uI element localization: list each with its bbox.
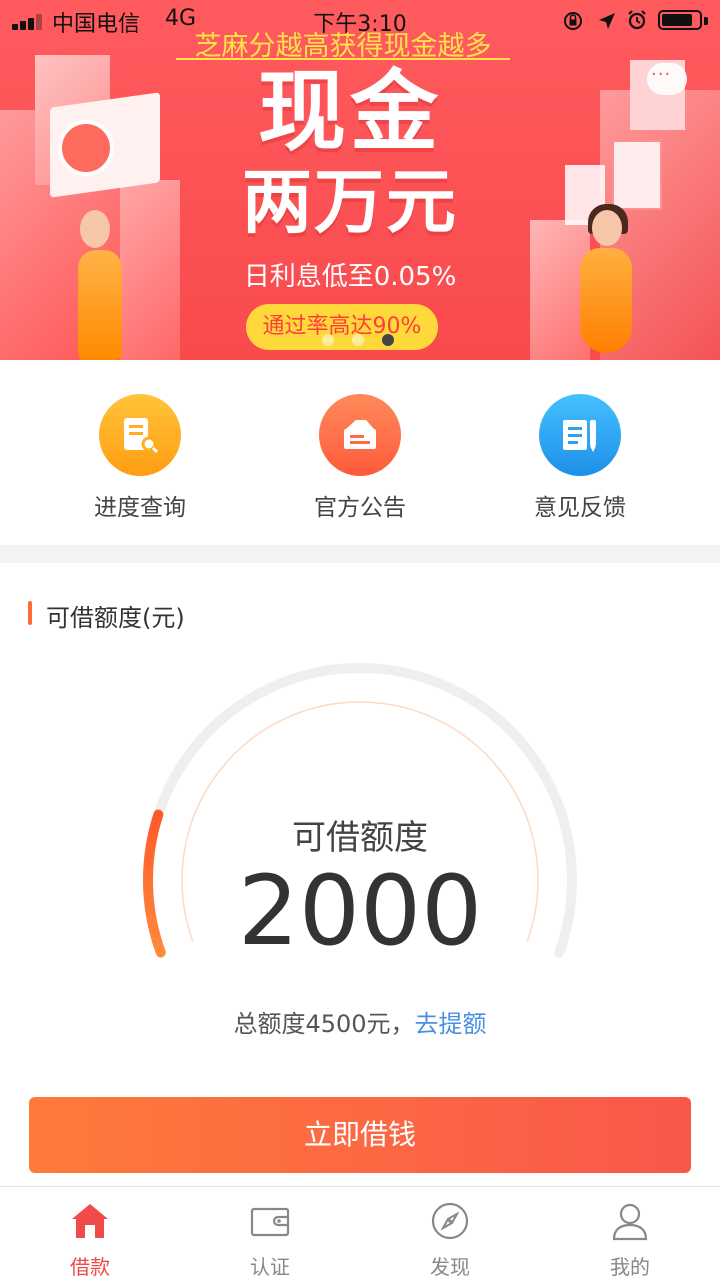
wallet-icon [250, 1207, 290, 1237]
bottom-tab-bar: 借款 认证 发现 我的 [0, 1186, 720, 1280]
carousel-indicator[interactable] [318, 332, 402, 346]
banner-sign-illustration [612, 140, 662, 210]
network-type: 4G [165, 6, 197, 31]
progress-query-button[interactable]: 进度查询 [50, 392, 230, 532]
status-bar: 中国电信 4G 下午3:10 [0, 0, 720, 40]
feedback-button[interactable]: 意见反馈 [490, 392, 670, 532]
borrow-now-button[interactable]: 立即借钱 [29, 1097, 691, 1173]
man-illustration [78, 250, 122, 360]
raise-limit-link[interactable]: 去提额 [415, 1010, 487, 1038]
banner-building-illustration [120, 180, 180, 360]
carousel-dot[interactable] [322, 334, 334, 346]
document-search-icon [99, 394, 181, 476]
quick-actions: 进度查询 官方公告 意见反馈 [0, 360, 720, 545]
status-time: 下午3:10 [313, 12, 407, 37]
feedback-note-icon [539, 394, 621, 476]
progress-query-label: 进度查询 [94, 495, 186, 521]
tab-discover-label: 发现 [430, 1255, 470, 1279]
promo-banner[interactable]: ··· 芝麻分越高获得现金越多 现金 两万元 日利息低至0.05% 通过率高达9… [0, 0, 720, 360]
gauge-progress-arc [143, 809, 166, 958]
tab-loan-label: 借款 [70, 1255, 110, 1279]
tab-mine-label: 我的 [610, 1255, 650, 1279]
tab-verify-label: 认证 [250, 1255, 290, 1279]
tab-discover[interactable]: 发现 [360, 1187, 540, 1280]
rotation-lock-icon [564, 12, 582, 30]
carousel-dot[interactable] [352, 334, 364, 346]
section-accent-bar [28, 601, 32, 625]
available-credit-label: 可借额度 [292, 818, 428, 858]
banner-headline-amount: 两万元 [242, 161, 458, 243]
tab-loan[interactable]: 借款 [0, 1187, 180, 1280]
total-limit-line: 总额度4500元，去提额 [160, 1004, 560, 1039]
carrier-name: 中国电信 [52, 12, 141, 37]
available-credit-amount: 2000 [237, 855, 483, 967]
total-limit-text: 总额度4500元， [233, 1010, 415, 1038]
official-announcement-label: 官方公告 [314, 495, 406, 521]
banner-headline: 现金 [257, 60, 442, 163]
tab-verify[interactable]: 认证 [180, 1187, 360, 1280]
official-announcement-button[interactable]: 官方公告 [270, 392, 450, 532]
woman-illustration [580, 248, 632, 353]
carousel-dot-active[interactable] [382, 334, 394, 346]
compass-icon [431, 1202, 469, 1240]
app-screen: ··· 芝麻分越高获得现金越多 现金 两万元 日利息低至0.05% 通过率高达9… [0, 0, 720, 1280]
feedback-label: 意见反馈 [534, 495, 626, 521]
announcement-card-icon [319, 394, 401, 476]
woman-head-illustration [592, 210, 622, 246]
man-head-illustration [80, 210, 110, 248]
credit-section-title: 可借额度(元) [46, 604, 185, 632]
banner-interest-rate: 日利息低至0.05% [243, 262, 457, 292]
chat-bubble-dots: ··· [651, 64, 672, 85]
tab-mine[interactable]: 我的 [540, 1187, 720, 1280]
section-divider [0, 545, 720, 563]
home-icon [72, 1204, 108, 1238]
profile-icon [612, 1203, 648, 1241]
signal-strength-icon [12, 14, 46, 30]
battery-icon [658, 10, 708, 30]
coin-logo-illustration [58, 120, 114, 176]
location-arrow-icon [599, 13, 615, 29]
alarm-clock-icon [628, 10, 646, 30]
